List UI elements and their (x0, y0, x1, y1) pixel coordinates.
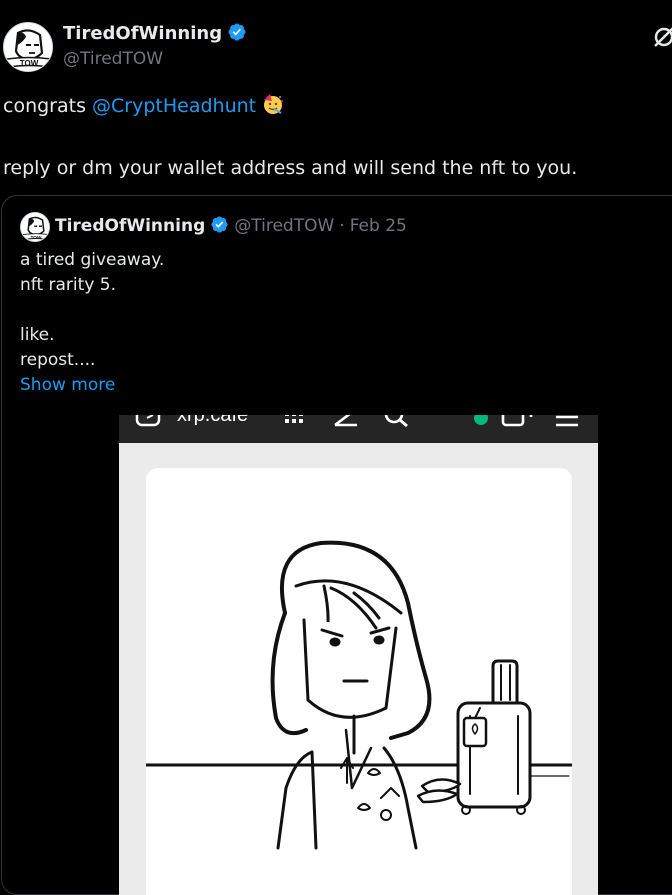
quoted-line-5: repost.... (20, 350, 96, 370)
show-more-link[interactable]: Show more (20, 373, 164, 398)
post-header: TOW TiredOfWinning @TiredTOW (0, 20, 672, 76)
browser-bar-icons: xrp.cafe (135, 415, 578, 428)
browser-url-text: xrp.cafe (177, 415, 248, 426)
status-dot-icon (474, 415, 488, 425)
author-avatar[interactable]: TOW (3, 22, 53, 72)
author-display-name[interactable]: TiredOfWinning (63, 22, 247, 44)
avatar-tow-small-label: TOW (30, 235, 42, 241)
grok-glyph (654, 27, 672, 47)
nft-card (144, 468, 574, 895)
post-body: congrats @CryptHeadhunt reply or dm your… (3, 92, 668, 181)
quoted-verified-badge-icon (211, 216, 228, 233)
verified-badge-icon[interactable] (227, 22, 247, 42)
quoted-body: a tired giveaway. nft rarity 5. like. re… (20, 248, 164, 398)
quoted-date[interactable]: Feb 25 (350, 216, 407, 236)
quoted-post[interactable]: TOW TiredOfWinning @TiredTOW · Feb 25 a tir… (1, 195, 672, 895)
author-handle[interactable]: @TiredTOW (63, 49, 163, 69)
quoted-separator: · (339, 216, 345, 236)
quoted-media-image[interactable]: xrp.cafe (119, 415, 598, 895)
post-line-1: congrats @CryptHeadhunt (3, 92, 668, 123)
mention-link[interactable]: @CryptHeadhunt (92, 95, 256, 117)
quoted-display-name[interactable]: TiredOfWinning (55, 216, 205, 236)
party-face-emoji-icon (261, 92, 285, 123)
browser-top-bar: xrp.cafe (119, 415, 598, 443)
post-text-prefix: congrats (3, 95, 93, 117)
quoted-header: TiredOfWinning @TiredTOW · Feb 25 (55, 215, 407, 236)
quoted-handle[interactable]: @TiredTOW (234, 216, 334, 236)
post-line-2: reply or dm your wallet address and will… (3, 157, 578, 179)
tired-face-avatar-icon: TOW (5, 24, 52, 71)
tired-face-avatar-small-icon: TOW (21, 213, 49, 241)
line-art-girl-suitcase-illustration (144, 540, 574, 850)
quoted-line-4: like. (20, 325, 55, 345)
grok-icon[interactable] (651, 24, 672, 50)
quoted-author-avatar[interactable]: TOW (20, 212, 50, 242)
author-name-text: TiredOfWinning (63, 23, 223, 44)
quoted-line-2: nft rarity 5. (20, 275, 116, 295)
quoted-line-1: a tired giveaway. (20, 250, 165, 270)
quoted-blank-line (20, 298, 164, 323)
avatar-tow-label: TOW (20, 59, 39, 68)
